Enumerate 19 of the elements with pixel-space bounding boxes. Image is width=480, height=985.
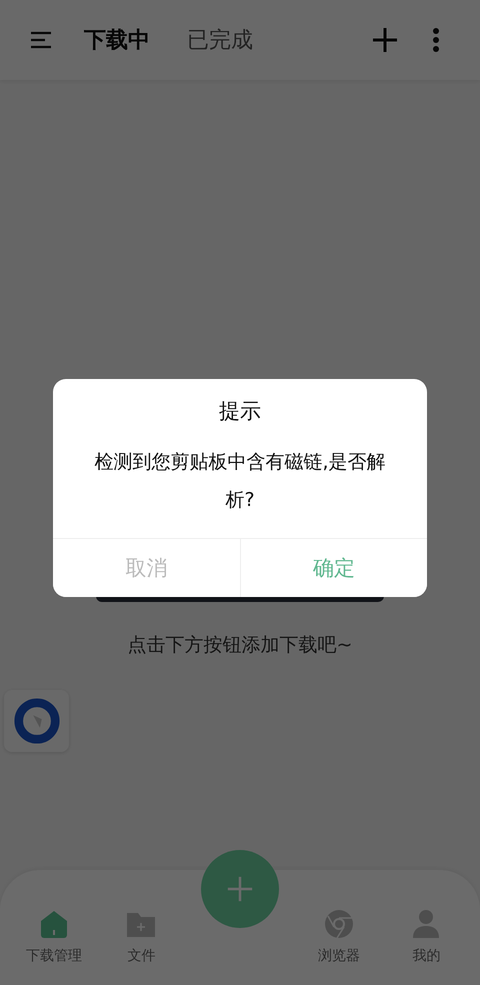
compass-icon bbox=[12, 697, 60, 745]
confirm-button[interactable]: 确定 bbox=[240, 539, 427, 597]
add-icon[interactable] bbox=[372, 27, 398, 53]
nav-item[interactable]: 浏览器 bbox=[295, 909, 382, 965]
profile-icon bbox=[411, 909, 442, 939]
home-icon bbox=[38, 909, 69, 939]
dialog-message: 检测到您剪贴板中含有磁链,是否解析? bbox=[93, 450, 387, 513]
plus-icon bbox=[226, 875, 254, 903]
tab[interactable]: 已完成 bbox=[187, 25, 253, 55]
floating-button[interactable] bbox=[4, 690, 69, 752]
dialog-title: 提示 bbox=[219, 398, 261, 425]
nav-item[interactable]: 下载管理 bbox=[10, 909, 98, 965]
nav-item[interactable]: 我的 bbox=[382, 909, 470, 965]
tab[interactable]: 下载中 bbox=[84, 25, 150, 55]
browser-icon bbox=[324, 909, 354, 939]
menu-icon[interactable] bbox=[30, 31, 52, 49]
nav-item[interactable]: 文件 bbox=[98, 909, 185, 965]
empty-hint: 点击下方按钮添加下载吧~ bbox=[128, 633, 352, 658]
more-icon[interactable] bbox=[432, 28, 440, 52]
